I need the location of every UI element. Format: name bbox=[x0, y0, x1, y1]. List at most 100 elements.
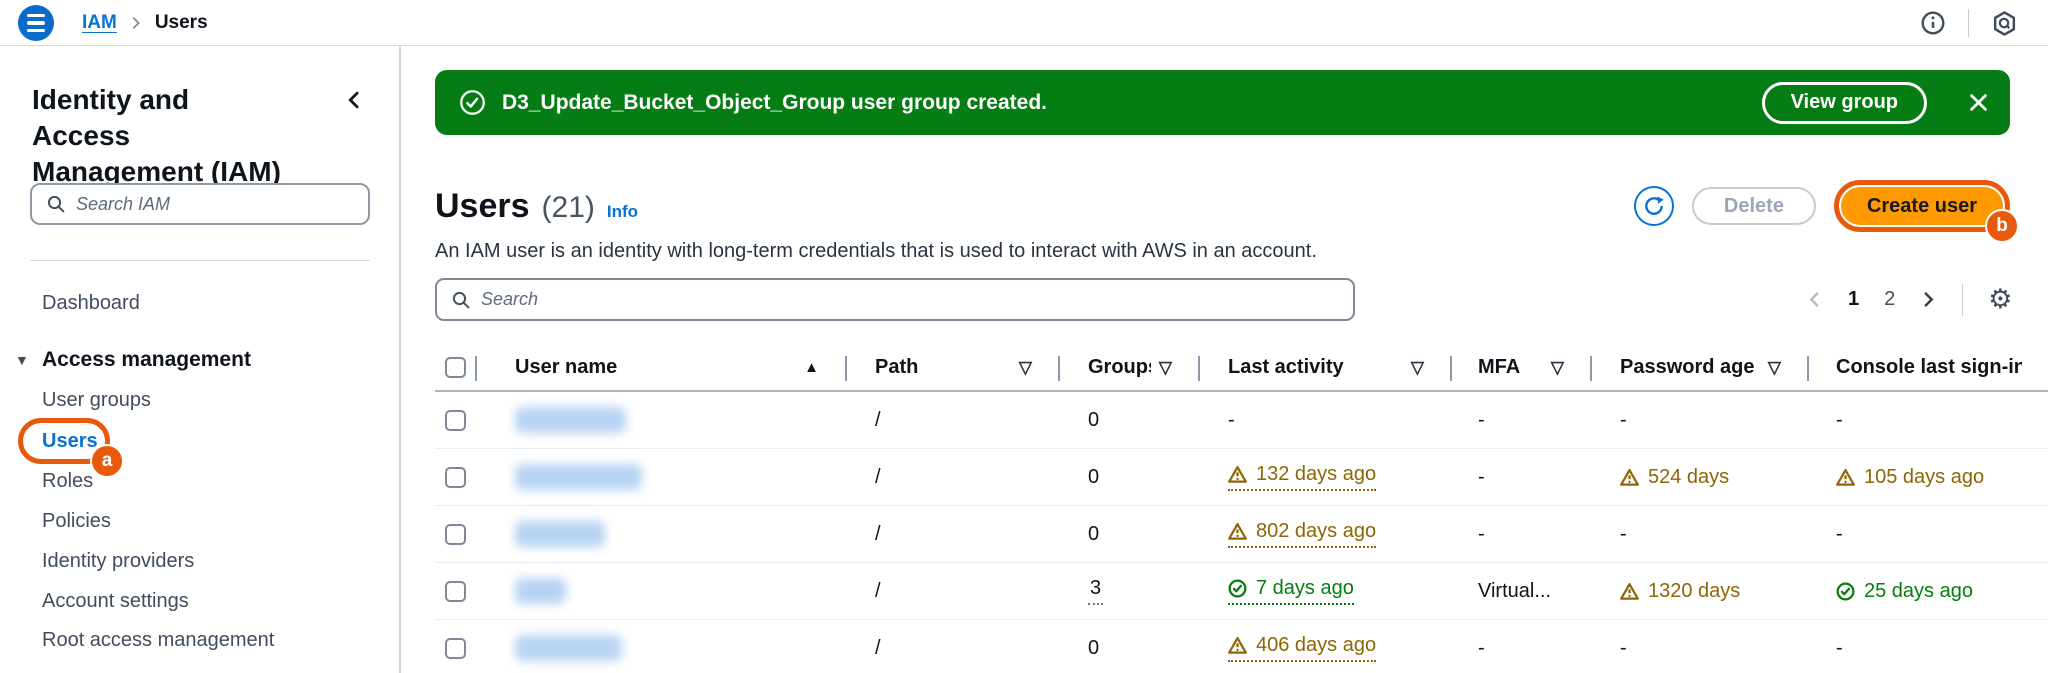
path-cell: / bbox=[845, 563, 1058, 619]
annotation-badge-b: b bbox=[1985, 209, 2019, 243]
table-header: User name▲ Path▽ Groups▽ Last activity▽ … bbox=[435, 345, 2048, 392]
refresh-button[interactable] bbox=[1634, 186, 1674, 226]
warning-status-link[interactable]: 802 days ago bbox=[1228, 520, 1376, 548]
iam-users-page: IAM Users Identity and Access Management… bbox=[0, 0, 2048, 673]
sidebar-section-access-management[interactable]: Access management bbox=[42, 348, 251, 372]
search-icon bbox=[46, 194, 66, 214]
sidebar-item-user-groups[interactable]: User groups bbox=[42, 389, 151, 412]
column-groups[interactable]: Groups bbox=[1088, 356, 1151, 379]
column-path[interactable]: Path bbox=[875, 356, 918, 379]
table-row[interactable]: / 0 - - - - bbox=[435, 392, 2048, 449]
breadcrumb-iam-link[interactable]: IAM bbox=[82, 12, 117, 34]
sidebar-item-identity-providers[interactable]: Identity providers bbox=[42, 550, 194, 573]
filter-icon[interactable]: ▽ bbox=[1011, 358, 1032, 378]
column-console-last-sign-in[interactable]: Console last sign-in bbox=[1836, 356, 2022, 379]
users-count: (21) bbox=[542, 191, 595, 225]
groups-cell: 0 bbox=[1058, 392, 1198, 448]
column-mfa[interactable]: MFA bbox=[1478, 356, 1520, 379]
success-check-icon bbox=[459, 89, 486, 116]
warning-status-link[interactable]: 406 days ago bbox=[1228, 634, 1376, 662]
info-link[interactable]: Info bbox=[607, 202, 638, 222]
sidebar-item-users[interactable]: Users bbox=[42, 430, 98, 453]
select-all-checkbox[interactable] bbox=[445, 357, 466, 378]
groups-cell: 0 bbox=[1058, 449, 1198, 505]
services-menu-icon[interactable] bbox=[18, 5, 54, 41]
groups-count-link[interactable]: 3 bbox=[1088, 577, 1103, 605]
page-number-2[interactable]: 2 bbox=[1884, 288, 1895, 311]
info-icon[interactable] bbox=[1920, 10, 1946, 36]
sort-ascending-icon[interactable]: ▲ bbox=[796, 359, 819, 376]
row-checkbox[interactable] bbox=[445, 410, 466, 431]
mfa-cell: - bbox=[1450, 449, 1590, 505]
path-cell: / bbox=[845, 506, 1058, 562]
sidebar-item-roles[interactable]: Roles bbox=[42, 470, 93, 493]
filter-icon[interactable]: ▽ bbox=[1760, 358, 1781, 378]
password-age-cell: - bbox=[1590, 620, 1807, 673]
success-status: 25 days ago bbox=[1836, 580, 1973, 603]
console-sign-in-cell: - bbox=[1807, 506, 2048, 562]
filter-icon[interactable]: ▽ bbox=[1543, 358, 1564, 378]
warning-status: 524 days bbox=[1620, 466, 1729, 489]
column-user-name[interactable]: User name bbox=[515, 356, 617, 379]
sidebar-search-input[interactable] bbox=[76, 194, 354, 215]
top-navigation-bar: IAM Users bbox=[0, 0, 2048, 46]
search-icon bbox=[451, 290, 471, 310]
user-name-redacted[interactable] bbox=[515, 635, 622, 661]
groups-cell: 0 bbox=[1058, 620, 1198, 673]
row-checkbox[interactable] bbox=[445, 467, 466, 488]
users-table: User name▲ Path▽ Groups▽ Last activity▽ … bbox=[435, 345, 2048, 673]
row-checkbox[interactable] bbox=[445, 638, 466, 659]
console-sign-in-cell: - bbox=[1807, 392, 2048, 448]
sidebar-search[interactable] bbox=[30, 183, 370, 225]
annotation-ring-b: Create user b bbox=[1834, 180, 2010, 232]
success-status-link[interactable]: 7 days ago bbox=[1228, 577, 1354, 605]
sidebar-item-dashboard[interactable]: Dashboard bbox=[42, 292, 140, 315]
page-title: Users bbox=[435, 187, 530, 226]
user-name-redacted[interactable] bbox=[515, 521, 605, 547]
close-icon[interactable] bbox=[1967, 91, 1990, 114]
row-checkbox[interactable] bbox=[445, 524, 466, 545]
create-user-button[interactable]: Create user bbox=[1841, 187, 2003, 225]
row-checkbox[interactable] bbox=[445, 581, 466, 602]
collapse-sidebar-icon[interactable] bbox=[344, 90, 364, 110]
filter-icon[interactable]: ▽ bbox=[1151, 358, 1172, 378]
table-row[interactable]: / 0 132 days ago - 524 days 105 days ago bbox=[435, 449, 2048, 506]
user-name-redacted[interactable] bbox=[515, 464, 642, 490]
amazon-q-icon[interactable] bbox=[1991, 10, 2018, 37]
delete-button[interactable]: Delete bbox=[1692, 187, 1816, 225]
pagination-divider bbox=[1962, 284, 1963, 316]
warning-status: 105 days ago bbox=[1836, 466, 1984, 489]
column-password-age[interactable]: Password age bbox=[1620, 356, 1755, 379]
user-name-redacted[interactable] bbox=[515, 407, 626, 433]
previous-page-icon[interactable] bbox=[1806, 291, 1823, 308]
table-row[interactable]: / 3 7 days ago Virtual... 1320 days 25 d… bbox=[435, 563, 2048, 620]
column-last-activity[interactable]: Last activity bbox=[1228, 356, 1344, 379]
users-search-input[interactable] bbox=[481, 289, 1339, 310]
page-number-1[interactable]: 1 bbox=[1848, 288, 1859, 311]
mfa-cell: Virtual... bbox=[1450, 563, 1590, 619]
page-description: An IAM user is an identity with long-ter… bbox=[435, 240, 1317, 263]
table-row[interactable]: / 0 802 days ago - - - bbox=[435, 506, 2048, 563]
mfa-cell: - bbox=[1450, 620, 1590, 673]
annotation-badge-a: a bbox=[90, 444, 124, 478]
warning-status-link[interactable]: 132 days ago bbox=[1228, 463, 1376, 491]
preferences-gear-icon[interactable]: ⚙ bbox=[1988, 286, 2012, 313]
users-search[interactable] bbox=[435, 278, 1355, 321]
table-row[interactable]: / 0 406 days ago - - - bbox=[435, 620, 2048, 673]
sidebar-item-account-settings[interactable]: Account settings bbox=[42, 590, 189, 613]
breadcrumb: IAM Users bbox=[82, 0, 208, 46]
sidebar-item-root-access-management[interactable]: Root access management bbox=[42, 629, 274, 652]
next-page-icon[interactable] bbox=[1920, 291, 1937, 308]
filter-icon[interactable]: ▽ bbox=[1403, 358, 1424, 378]
iam-sidebar: Identity and Access Management (IAM) Das… bbox=[0, 46, 401, 673]
user-name-redacted[interactable] bbox=[515, 578, 566, 604]
caret-down-icon[interactable]: ▼ bbox=[15, 352, 29, 368]
success-flashbar: D3_Update_Bucket_Object_Group user group… bbox=[435, 70, 2010, 135]
warning-status: 1320 days bbox=[1620, 580, 1740, 603]
breadcrumb-current: Users bbox=[155, 12, 208, 34]
page-header: Users (21) Info Delete Create user b bbox=[435, 182, 2010, 230]
sidebar-item-policies[interactable]: Policies bbox=[42, 510, 111, 533]
path-cell: / bbox=[845, 392, 1058, 448]
view-group-button[interactable]: View group bbox=[1762, 82, 1927, 124]
topbar-divider bbox=[1968, 9, 1969, 37]
